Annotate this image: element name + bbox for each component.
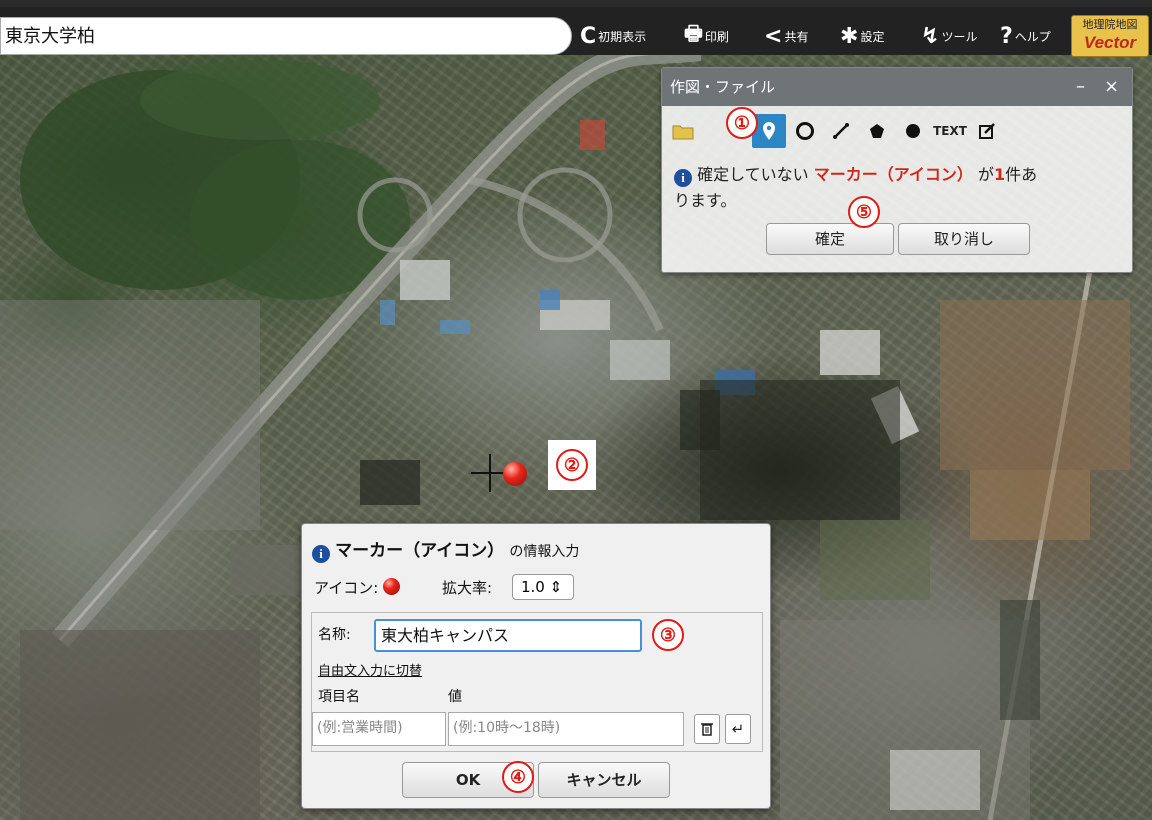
item-name-header: 項目名 [318, 689, 360, 705]
gear-icon: ✱ [840, 23, 859, 49]
draw-panel-titlebar: 作図・ファイル – × [662, 68, 1132, 106]
marker-dialog-title-bold: マーカー（アイコン） [335, 541, 505, 561]
print-button[interactable]: 🖶 印刷 [684, 19, 729, 53]
minimize-button[interactable]: – [1076, 68, 1085, 106]
logo-line1: 地理院地図 [1082, 18, 1138, 31]
close-button[interactable]: × [1104, 68, 1119, 106]
draw-file-panel: 作図・ファイル – × TEXT i 確定していない マーカー（アイコン） が1… [661, 67, 1133, 273]
unconfirmed-message: i 確定していない マーカー（アイコン） が1件あ ります。 [674, 162, 1119, 214]
search-input[interactable]: 東京大学柏 [0, 17, 572, 55]
callout-2: ② [556, 449, 588, 481]
callout-5: ⑤ [848, 196, 880, 228]
refresh-icon: C [580, 23, 597, 49]
msg-type: マーカー（アイコン） [813, 165, 973, 184]
edit-icon[interactable] [970, 114, 1004, 148]
red-ball-icon[interactable] [383, 578, 401, 595]
msg-count: 1 [994, 165, 1006, 184]
enter-icon[interactable]: ↵ [725, 714, 751, 744]
line-icon[interactable] [824, 114, 858, 148]
msg-mid: が [978, 165, 995, 184]
dot-icon[interactable] [896, 114, 930, 148]
msg-line2: ります。 [674, 191, 737, 210]
text-icon[interactable]: TEXT [932, 114, 968, 148]
msg-prefix: 確定していない [697, 165, 809, 184]
reset-view-label: 初期表示 [598, 29, 647, 44]
share-button[interactable]: < 共有 [764, 19, 808, 53]
tools-label: ツール [941, 29, 978, 44]
icon-label: アイコン: [314, 579, 379, 597]
settings-button[interactable]: ✱ 設定 [840, 19, 884, 53]
callout-1: ① [726, 107, 758, 139]
cancel-button[interactable]: キャンセル [538, 762, 670, 798]
polygon-icon[interactable] [860, 114, 894, 148]
marker-dialog-title-rest: の情報入力 [509, 544, 580, 560]
draw-toolbar: TEXT [666, 112, 1006, 150]
logo-line2: Vector [1083, 33, 1137, 52]
info-icon: i [312, 545, 330, 563]
zoom-select[interactable]: 1.0 ⇕ [512, 574, 574, 600]
top-bar: 東京大学柏 C 初期表示 🖶 印刷 < 共有 ✱ 設定 ↯ ツール ? ヘルプ … [0, 0, 1152, 57]
zoom-label: 拡大率: [442, 579, 493, 597]
print-label: 印刷 [704, 29, 729, 44]
icon-row: アイコン: [314, 577, 401, 598]
print-icon: 🖶 [684, 21, 703, 45]
marker-info-dialog: i マーカー（アイコン） の情報入力 アイコン: 拡大率: 1.0 ⇕ 名称: … [301, 523, 771, 809]
share-icon: < [764, 23, 783, 49]
map-marker-red-ball[interactable] [503, 462, 527, 486]
value-header: 値 [448, 689, 462, 705]
trash-icon[interactable] [694, 714, 720, 744]
circle-icon[interactable] [788, 114, 822, 148]
name-label: 名称: [318, 627, 351, 643]
share-label: 共有 [784, 29, 809, 44]
draw-panel-title: 作図・ファイル [670, 78, 776, 96]
gsi-vector-logo[interactable]: 地理院地図 Vector [1071, 15, 1149, 57]
help-button[interactable]: ? ヘルプ [1000, 19, 1051, 53]
tool-icon: ↯ [921, 23, 940, 49]
msg-suffix: 件あ [1005, 165, 1038, 184]
name-field[interactable]: 東大柏キャンパス [374, 619, 642, 652]
freetext-toggle-link[interactable]: 自由文入力に切替 [318, 660, 422, 679]
settings-label: 設定 [860, 29, 885, 44]
item-value-input[interactable]: (例:10時〜18時) [448, 712, 684, 746]
info-icon: i [674, 169, 692, 187]
item-name-input[interactable]: (例:営業時間) [312, 712, 446, 746]
help-icon: ? [1000, 23, 1013, 49]
confirm-button[interactable]: 確定 [766, 223, 894, 255]
undo-button[interactable]: 取り消し [898, 223, 1030, 255]
callout-4: ④ [502, 761, 534, 793]
callout-3: ③ [652, 619, 684, 651]
help-label: ヘルプ [1014, 29, 1051, 44]
folder-icon[interactable] [666, 114, 700, 148]
callout-2-box: ② [548, 440, 596, 490]
reset-view-button[interactable]: C 初期表示 [580, 19, 646, 53]
tools-button[interactable]: ↯ ツール [921, 19, 977, 53]
marker-dialog-title: i マーカー（アイコン） の情報入力 [312, 536, 579, 563]
